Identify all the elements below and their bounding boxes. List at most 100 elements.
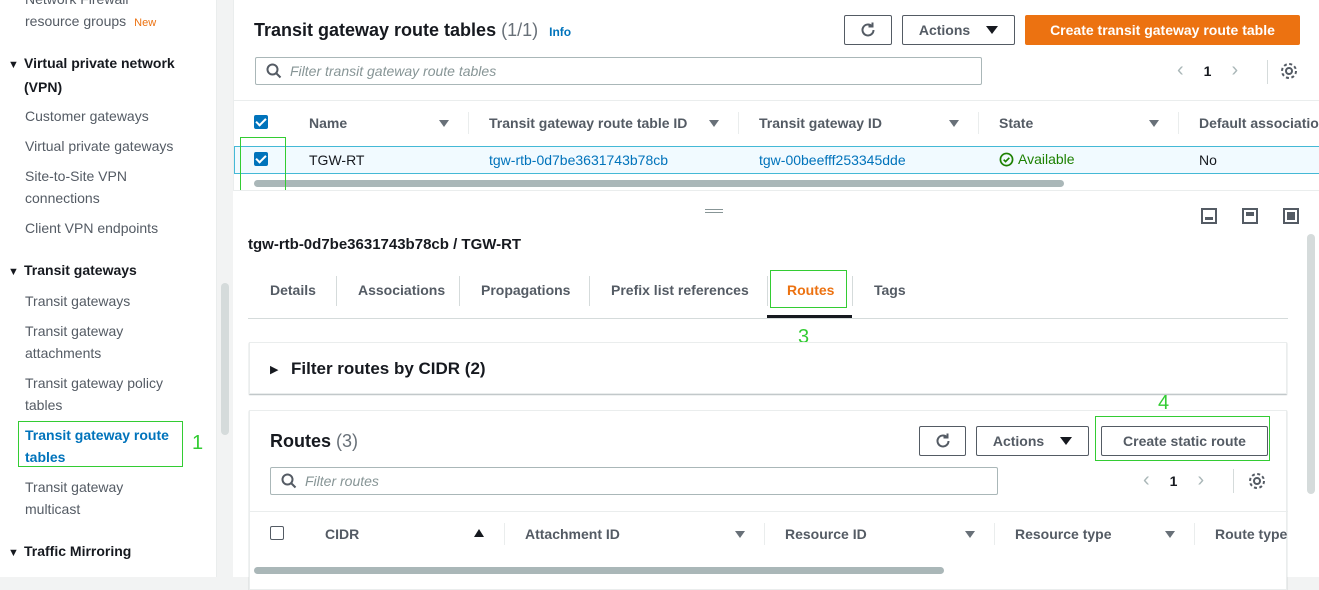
- detail-title: tgw-rtb-0d7be3631743b78cb / TGW-RT: [248, 236, 522, 253]
- search-placeholder: Filter transit gateway route tables: [290, 63, 497, 79]
- caret-down-icon: ▼: [8, 266, 19, 278]
- routes-select-all-checkbox[interactable]: [270, 526, 284, 540]
- sidebar-item-client-vpn-endpoints[interactable]: Client VPN endpoints: [25, 217, 200, 239]
- tab-associations[interactable]: Associations: [358, 282, 445, 298]
- routes-refresh-button[interactable]: [919, 426, 966, 456]
- sort-icon[interactable]: [439, 120, 449, 127]
- cell-route-table-id-link[interactable]: tgw-rtb-0d7be3631743b78cb: [489, 152, 668, 168]
- tab-details[interactable]: Details: [270, 282, 316, 298]
- page-number[interactable]: 1: [1204, 63, 1212, 79]
- refresh-icon: [936, 433, 949, 448]
- column-header-state[interactable]: State: [999, 115, 1033, 131]
- routes-title: Routes (3): [270, 431, 358, 452]
- sidebar-item-label: Site-to-Site VPN: [25, 168, 127, 184]
- new-badge: New: [134, 17, 157, 29]
- cell-name: TGW-RT: [309, 152, 365, 168]
- sort-icon[interactable]: [1165, 531, 1175, 538]
- divider: [1267, 60, 1268, 84]
- sidebar-item-site-to-site-vpn[interactable]: Site-to-Site VPN connections: [25, 165, 200, 209]
- detail-vertical-scrollbar[interactable]: [1307, 234, 1315, 494]
- routes-pagination: ‹ 1 ›: [1143, 469, 1204, 492]
- column-header-cidr[interactable]: CIDR: [325, 526, 359, 542]
- routes-actions-button[interactable]: Actions: [976, 426, 1089, 456]
- info-link[interactable]: Info: [549, 25, 571, 39]
- routes-settings-button[interactable]: [1248, 472, 1266, 493]
- panel-position-controls: [1201, 208, 1299, 224]
- column-header-route-table-id[interactable]: Transit gateway route table ID: [489, 115, 687, 131]
- column-header-tgw-id[interactable]: Transit gateway ID: [759, 115, 882, 131]
- sidebar-scrollbar[interactable]: [221, 283, 229, 435]
- sidebar-item-transit-gateway-policy-tables[interactable]: Transit gateway policy tables: [25, 372, 200, 416]
- horizontal-scrollbar[interactable]: [254, 180, 1064, 187]
- refresh-button[interactable]: [844, 15, 892, 45]
- sidebar-section-vpn[interactable]: ▼ Virtual private network (VPN): [8, 52, 198, 98]
- sidebar-item-label: Transit gateway: [25, 479, 124, 495]
- chevron-left-icon[interactable]: ‹: [1143, 469, 1150, 492]
- search-icon: [266, 63, 282, 79]
- sidebar-item-transit-gateways[interactable]: Transit gateways: [25, 290, 200, 312]
- chevron-left-icon[interactable]: ‹: [1177, 59, 1184, 82]
- sort-icon[interactable]: [735, 531, 745, 538]
- panel-bottom-icon[interactable]: [1201, 208, 1217, 224]
- routes-title-text: Routes: [270, 431, 332, 451]
- chevron-right-icon[interactable]: ›: [1231, 59, 1238, 82]
- sidebar-section-transit-gateways[interactable]: ▼ Transit gateways: [8, 259, 198, 283]
- sidebar-item-transit-gateway-attachments[interactable]: Transit gateway attachments: [25, 320, 200, 364]
- sidebar-item-network-firewall-resource-groups[interactable]: Network Firewall resource groups New: [25, 0, 200, 34]
- routes-search-input[interactable]: Filter routes: [270, 467, 998, 495]
- tab-divider: [459, 276, 460, 306]
- chevron-right-icon[interactable]: ›: [1197, 469, 1204, 492]
- section-label: Traffic Mirroring: [24, 543, 132, 559]
- annotation-box-4: [1095, 416, 1270, 461]
- annotation-box-2: [240, 137, 286, 191]
- section-label: (VPN): [24, 79, 63, 95]
- gear-icon: [1249, 473, 1265, 489]
- sidebar-item-transit-gateway-multicast[interactable]: Transit gateway multicast: [25, 476, 200, 520]
- tab-prefix-list-references[interactable]: Prefix list references: [611, 282, 749, 298]
- actions-dropdown-button[interactable]: Actions: [902, 15, 1015, 45]
- tab-propagations[interactable]: Propagations: [481, 282, 570, 298]
- select-all-checkbox[interactable]: [254, 115, 268, 129]
- tab-tags[interactable]: Tags: [874, 282, 906, 298]
- filter-section-title: Filter routes by CIDR (2): [291, 359, 486, 378]
- column-header-default-association[interactable]: Default association: [1199, 115, 1319, 131]
- create-route-table-button[interactable]: Create transit gateway route table: [1025, 15, 1300, 45]
- resize-handle-icon[interactable]: [705, 209, 723, 213]
- caret-down-icon: ▼: [8, 59, 19, 71]
- page-title-text: Transit gateway route tables: [254, 20, 497, 40]
- sidebar-item-customer-gateways[interactable]: Customer gateways: [25, 105, 200, 127]
- caret-right-icon: ▶: [270, 364, 279, 376]
- column-header-resource-type[interactable]: Resource type: [1015, 526, 1111, 542]
- column-divider: [1178, 112, 1179, 134]
- sort-icon[interactable]: [965, 531, 975, 538]
- sort-ascending-icon[interactable]: [474, 529, 484, 537]
- sidebar-section-traffic-mirroring[interactable]: ▼ Traffic Mirroring: [8, 540, 198, 564]
- caret-down-icon: ▼: [8, 547, 19, 559]
- annotation-label-1: 1: [192, 432, 204, 454]
- tab-divider: [589, 276, 590, 306]
- routes-horizontal-scrollbar[interactable]: [254, 567, 944, 574]
- panel-side-icon[interactable]: [1242, 208, 1258, 224]
- sidebar-item-virtual-private-gateways[interactable]: Virtual private gateways: [25, 135, 200, 157]
- sidebar-item-label: resource groups: [25, 13, 127, 29]
- sort-icon[interactable]: [1149, 120, 1159, 127]
- settings-button[interactable]: [1280, 62, 1298, 83]
- column-header-resource-id[interactable]: Resource ID: [785, 526, 867, 542]
- search-placeholder: Filter routes: [305, 473, 379, 489]
- route-tables-search-input[interactable]: Filter transit gateway route tables: [255, 57, 982, 85]
- sidebar-item-label: Transit gateway policy: [25, 375, 163, 391]
- column-divider: [994, 523, 995, 545]
- sort-icon[interactable]: [709, 120, 719, 127]
- column-header-route-type[interactable]: Route type: [1215, 526, 1287, 542]
- tabs-divider: [248, 318, 1288, 319]
- pagination: ‹ 1 ›: [1177, 59, 1238, 82]
- page-number[interactable]: 1: [1170, 473, 1178, 489]
- cell-tgw-id-link[interactable]: tgw-00beefff253345dde: [759, 152, 906, 168]
- column-header-name[interactable]: Name: [309, 115, 347, 131]
- filter-routes-expander[interactable]: ▶ Filter routes by CIDR (2): [249, 342, 1287, 394]
- state-text: Available: [1018, 151, 1075, 167]
- sort-icon[interactable]: [949, 120, 959, 127]
- column-header-attachment-id[interactable]: Attachment ID: [525, 526, 620, 542]
- panel-full-icon[interactable]: [1283, 208, 1299, 224]
- actions-label: Actions: [918, 22, 971, 38]
